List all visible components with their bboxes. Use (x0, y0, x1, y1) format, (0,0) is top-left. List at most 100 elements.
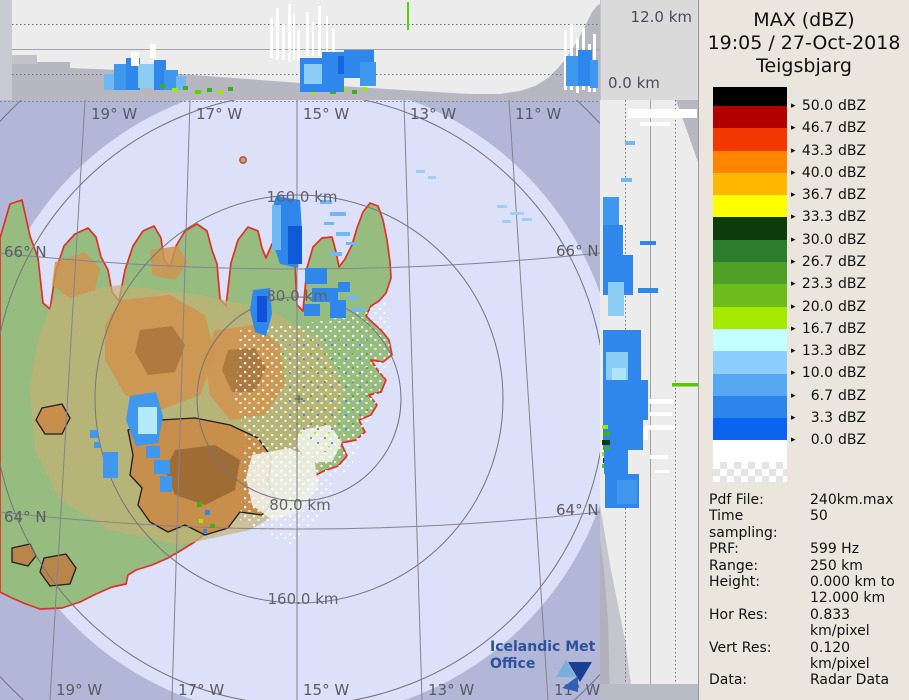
legend-value: 40.0 (801, 165, 833, 181)
legend-swatch (713, 128, 787, 151)
lat-label: 66° N (4, 243, 47, 261)
legend-tick-icon: ▸ (791, 324, 796, 334)
legend-swatch (713, 373, 787, 396)
legend-swatch (713, 284, 787, 307)
legend-value: 20.0 (801, 299, 833, 315)
lon-label: 19° W (91, 105, 137, 123)
legend-tick-icon: ▸ (791, 413, 796, 423)
legend-value: 6.7 (810, 388, 833, 404)
legend-swatch (713, 418, 787, 441)
product-title-block: MAX (dBZ) 19:05 / 27-Oct-2018 Teigsbjarg (699, 9, 909, 78)
legend-unit: dBZ (838, 232, 867, 248)
lon-label: 15° W (303, 681, 349, 699)
legend-swatch (713, 217, 787, 240)
product-name: MAX (dBZ) (753, 9, 855, 31)
legend-entry: ▸ 36.7 dBZ (791, 187, 866, 203)
meta-label: PRF: (709, 541, 739, 558)
legend-value: 33.3 (801, 209, 833, 225)
scan-metadata: Pdf File: 240km.max Time sampling: 50 PRF:… (709, 492, 909, 700)
meta-value: 250 km (810, 557, 863, 574)
meta-label: Data: (709, 672, 748, 689)
legend-entry: ▸ 23.3 dBZ (791, 276, 866, 292)
legend-value: 3.3 (810, 410, 833, 426)
legend-swatch (713, 150, 787, 173)
legend-unit: dBZ (838, 388, 867, 404)
meta-value: 12.000 km (810, 590, 886, 607)
legend-tick-icon: ▸ (791, 302, 796, 312)
meta-row: Vert Res: 0.120 km/pixel (709, 640, 909, 673)
legend-entry: ▸ 30.0 dBZ (791, 232, 866, 248)
meta-label: Range: (709, 557, 759, 574)
legend-swatch (713, 106, 787, 129)
lon-label: 13° W (428, 681, 474, 699)
legend-swatch (713, 172, 787, 196)
legend-swatch (713, 195, 787, 218)
legend-entry: ▸ 20.0 dBZ (791, 299, 866, 315)
legend-entry: ▸ 10.0 dBZ (791, 365, 866, 381)
legend-entry: ▸ 26.7 dBZ (791, 254, 866, 270)
height-axis-corner: 12.0 km 0.0 km (600, 0, 698, 100)
legend-tick-icon: ▸ (791, 212, 796, 222)
height-axis-min-label: 0.0 km (608, 74, 660, 92)
meta-row: Hor Res: 0.833 km/pixel (709, 607, 909, 640)
legend-unit: dBZ (838, 432, 867, 448)
lon-label: 17° W (178, 681, 224, 699)
legend-swatch (713, 306, 787, 329)
meta-row: Pdf File: 240km.max (709, 492, 909, 508)
radar-map: 19° W 17° W 15° W 13° W 11° W 19° W 17° … (0, 100, 600, 700)
legend-tick-icon: ▸ (791, 146, 796, 156)
lat-label: 66° N (556, 242, 599, 260)
legend-value: 30.0 (801, 232, 833, 248)
legend-tick-icon: ▸ (791, 101, 796, 111)
info-sidebar: MAX (dBZ) 19:05 / 27-Oct-2018 Teigsbjarg (698, 0, 909, 700)
meta-row: Range: 250 km (709, 558, 909, 574)
meta-row: PRF: 599 Hz (709, 541, 909, 557)
side-profile-panel (600, 100, 698, 700)
legend-value: 26.7 (801, 254, 833, 270)
legend-entry: ▸ 16.7 dBZ (791, 321, 866, 337)
legend-tick-icon: ▸ (791, 235, 796, 245)
legend-tick-icon: ▸ (791, 435, 796, 445)
legend-swatch (713, 328, 787, 352)
legend-entry: ▸ 46.7 dBZ (791, 120, 866, 136)
legend-value: 0.0 (810, 432, 833, 448)
reflectivity-legend: ▸ 50.0 dBZ ▸ 46.7 dBZ ▸ 43.3 dBZ ▸ 40.0 dBZ ▸ 36.… (713, 87, 909, 485)
lon-label: 13° W (410, 105, 456, 123)
legend-swatch-transparent (713, 462, 787, 483)
legend-swatch-top (713, 87, 787, 106)
legend-unit: dBZ (838, 321, 867, 337)
legend-entry: ▸ 3.3 dBZ (791, 410, 866, 426)
meta-value: Radar Data (810, 672, 890, 689)
legend-unit: dBZ (838, 120, 867, 136)
meta-value: 0.833 km/pixel (810, 606, 870, 640)
legend-unit: dBZ (838, 365, 867, 381)
legend-swatch (713, 351, 787, 374)
legend-entry: ▸ 40.0 dBZ (791, 165, 866, 181)
legend-swatch (713, 239, 787, 263)
legend-unit: dBZ (838, 165, 867, 181)
logo-text-line1: Icelandic Met (490, 639, 596, 655)
legend-swatch (713, 262, 787, 285)
legend-value: 16.7 (801, 321, 833, 337)
legend-swatch (713, 395, 787, 419)
legend-unit: dBZ (838, 299, 867, 315)
meta-label: Hor Res: (709, 606, 769, 623)
height-axis-max-label: 12.0 km (630, 8, 692, 26)
legend-entry: ▸ 13.3 dBZ (791, 343, 866, 359)
legend-tick-icon: ▸ (791, 346, 796, 356)
meta-label: Height: (709, 574, 760, 591)
legend-unit: dBZ (838, 276, 867, 292)
legend-swatch-below-min (713, 440, 787, 463)
legend-unit: dBZ (838, 143, 867, 159)
radar-display-window: 12.0 km 0.0 km MAX (dBZ) 19:05 / 27-Oct-… (0, 0, 909, 700)
legend-tick-icon: ▸ (791, 368, 796, 378)
meta-label (709, 590, 810, 606)
legend-entry: ▸ 0.0 dBZ (791, 432, 866, 448)
legend-value: 43.3 (801, 143, 833, 159)
legend-unit: dBZ (838, 209, 867, 225)
meta-value: 50 (810, 508, 828, 525)
legend-value: 10.0 (801, 365, 833, 381)
legend-tick-icon: ▸ (791, 168, 796, 178)
meta-value: 240km.max (810, 492, 894, 508)
ring-label: 80.0 km (269, 496, 330, 514)
